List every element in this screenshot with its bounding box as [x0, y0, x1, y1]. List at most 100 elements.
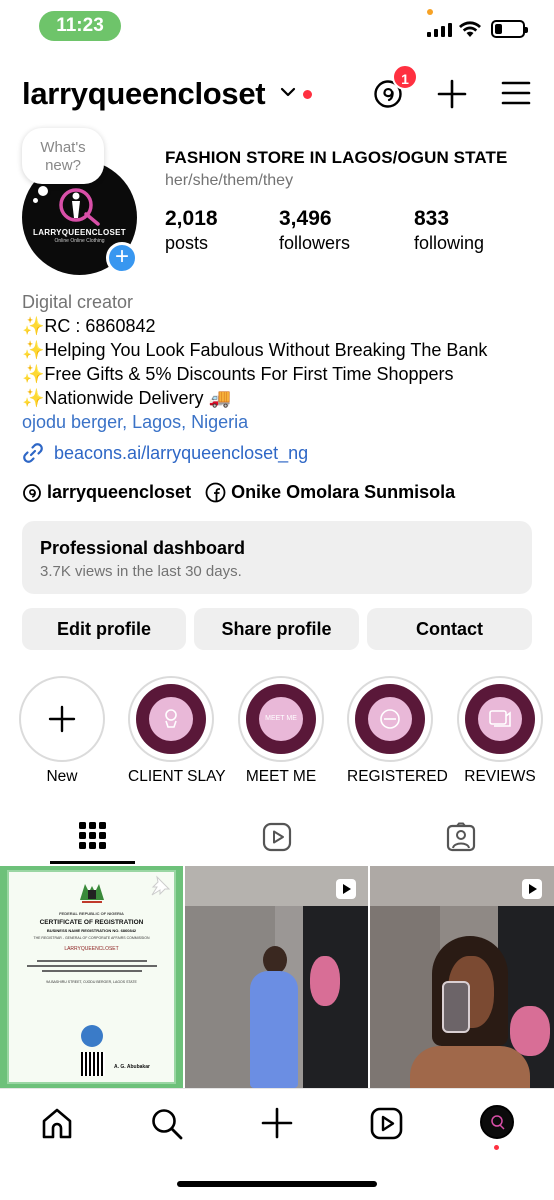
bio-line: ✨Nationwide Delivery 🚚	[22, 388, 231, 408]
note-bubble-tail	[38, 186, 48, 196]
facebook-name: Onike Omolara Sunmisola	[231, 482, 456, 502]
cac-seal-icon	[81, 1025, 103, 1047]
highlight-label: CLIENT SLAY	[128, 768, 226, 785]
battery-icon	[491, 20, 528, 38]
tab-reels[interactable]	[185, 812, 369, 864]
cert-address: 9A BASHIRU STREET, OJODU BERGER, LAGOS S…	[46, 980, 137, 984]
hamburger-menu-icon[interactable]	[501, 80, 531, 106]
bio-line: ✨Free Gifts & 5% Discounts For First Tim…	[22, 364, 454, 384]
edit-profile-button[interactable]: Edit profile	[22, 608, 186, 650]
profile-pronouns: her/she/them/they	[165, 172, 294, 189]
create-icon[interactable]	[261, 1107, 293, 1139]
bio-line: ✨Helping You Look Fabulous Without Break…	[22, 340, 488, 360]
dashboard-subtitle: 3.7K views in the last 30 days.	[40, 563, 242, 580]
cert-signer: A. G. Abubakar	[114, 1064, 150, 1070]
highlight-ring	[457, 676, 543, 762]
stat-followers-value: 3,496	[279, 207, 332, 230]
profile-location-link[interactable]: ojodu berger, Lagos, Nigeria	[22, 410, 542, 434]
cert-title: CERTIFICATE OF REGISTRATION	[39, 919, 144, 926]
highlight-registered[interactable]: REGISTERED	[347, 676, 448, 786]
highlight-label: New	[46, 768, 78, 785]
brand-logo-icon	[59, 188, 100, 226]
create-plus-icon[interactable]	[437, 79, 467, 109]
cert-registrar: THE REGISTRAR - GENERAL OF CORPORATE AFF…	[33, 936, 150, 940]
home-icon[interactable]	[40, 1107, 74, 1141]
profile-website-link[interactable]: beacons.ai/larryqueencloset_ng	[22, 442, 308, 464]
profile-category: Digital creator	[22, 292, 134, 312]
chevron-down-icon[interactable]	[280, 87, 296, 97]
certificate-image: FEDERAL REPUBLIC OF NIGERIA CERTIFICATE …	[7, 870, 176, 1084]
reels-nav-icon[interactable]	[370, 1107, 403, 1140]
stat-posts-label: posts	[165, 233, 209, 253]
tab-posts-grid[interactable]	[0, 812, 184, 864]
threads-small-icon	[23, 483, 41, 502]
stat-following-label: following	[414, 233, 485, 253]
reviews-cover-icon	[478, 697, 522, 741]
website-link-text: beacons.ai/larryqueencloset_ng	[54, 442, 309, 463]
cert-business: LARRYQUEENCLOSET	[64, 946, 119, 952]
status-time[interactable]: 11:23	[39, 11, 121, 41]
cert-country: FEDERAL REPUBLIC OF NIGERIA	[59, 911, 124, 916]
threads-badge: 1	[392, 64, 418, 90]
share-profile-button[interactable]: Share profile	[194, 608, 359, 650]
link-icon	[23, 443, 43, 463]
stat-following-value: 833	[414, 207, 450, 230]
stat-posts[interactable]: 2,018 posts	[165, 207, 218, 254]
highlight-cover: MEET ME	[246, 684, 316, 754]
professional-dashboard-card[interactable]: Professional dashboard 3.7K views in the…	[22, 521, 532, 594]
highlight-client-slay[interactable]: CLIENT SLAY	[128, 676, 226, 786]
add-story-plus-icon[interactable]: +	[106, 242, 138, 274]
highlight-label: REGISTERED	[347, 768, 448, 785]
avatar-brand-text: LARRYQUEENCLOSET	[33, 228, 126, 237]
new-highlight-circle	[19, 676, 105, 762]
notification-dot	[303, 90, 312, 99]
highlight-ring	[128, 676, 214, 762]
video-post-icon	[336, 879, 356, 899]
highlight-reviews[interactable]: REVIEWS	[457, 676, 543, 786]
stat-followers[interactable]: 3,496 followers	[279, 207, 350, 254]
grid-icon	[79, 822, 106, 849]
profile-nav-avatar[interactable]	[480, 1105, 514, 1139]
tagged-person-icon	[446, 822, 476, 852]
contact-button[interactable]: Contact	[367, 608, 532, 650]
qr-code-icon	[81, 1052, 105, 1076]
highlight-label: MEET ME	[245, 768, 317, 785]
stat-posts-value: 2,018	[165, 207, 218, 230]
facebook-icon	[205, 482, 226, 503]
post-certificate[interactable]: FEDERAL REPUBLIC OF NIGERIA CERTIFICATE …	[0, 866, 183, 1088]
facebook-profile-link[interactable]: Onike Omolara Sunmisola	[205, 482, 455, 503]
dashboard-title: Professional dashboard	[40, 538, 246, 558]
highlight-cover	[136, 684, 206, 754]
highlight-ring: MEET ME	[238, 676, 324, 762]
profile-content-tabs	[0, 812, 554, 864]
highlight-cover	[465, 684, 535, 754]
highlight-cover	[355, 684, 425, 754]
reels-icon	[262, 822, 292, 852]
pinned-icon	[151, 875, 171, 896]
highlight-new[interactable]: New	[19, 676, 105, 786]
cellular-signal-icon	[427, 23, 452, 37]
meet-me-cover-text: MEET ME	[259, 697, 303, 741]
profile-bio: Digital creator ✨RC : 6860842 ✨Helping Y…	[22, 290, 542, 434]
privacy-indicator-dot	[427, 9, 433, 15]
post-video-selfie[interactable]	[370, 866, 554, 1088]
status-bar: 11:23	[0, 0, 554, 52]
account-switcher-username[interactable]: larryqueencloset	[22, 76, 266, 112]
home-indicator[interactable]	[177, 1181, 377, 1187]
phone-in-hand	[442, 981, 470, 1033]
threads-handle: larryqueencloset	[47, 482, 192, 502]
search-icon[interactable]	[150, 1107, 184, 1141]
note-bubble[interactable]: What's new?	[22, 128, 104, 184]
stat-followers-label: followers	[279, 233, 351, 253]
video-post-icon	[522, 879, 542, 899]
highlight-label: REVIEWS	[464, 768, 536, 785]
profile-full-name: FASHION STORE IN LAGOS/OGUN STATE	[165, 148, 508, 167]
threads-profile-link[interactable]: larryqueencloset	[22, 482, 191, 503]
posts-grid: FEDERAL REPUBLIC OF NIGERIA CERTIFICATE …	[0, 866, 554, 1088]
tab-tagged[interactable]	[370, 812, 554, 864]
stat-following[interactable]: 833 following	[414, 207, 484, 254]
post-video-dress[interactable]	[185, 866, 368, 1088]
note-bubble-tail-small	[33, 198, 38, 203]
profile-header: larryqueencloset 1	[0, 64, 554, 120]
highlight-meet-me[interactable]: MEET ME MEET ME	[238, 676, 324, 786]
